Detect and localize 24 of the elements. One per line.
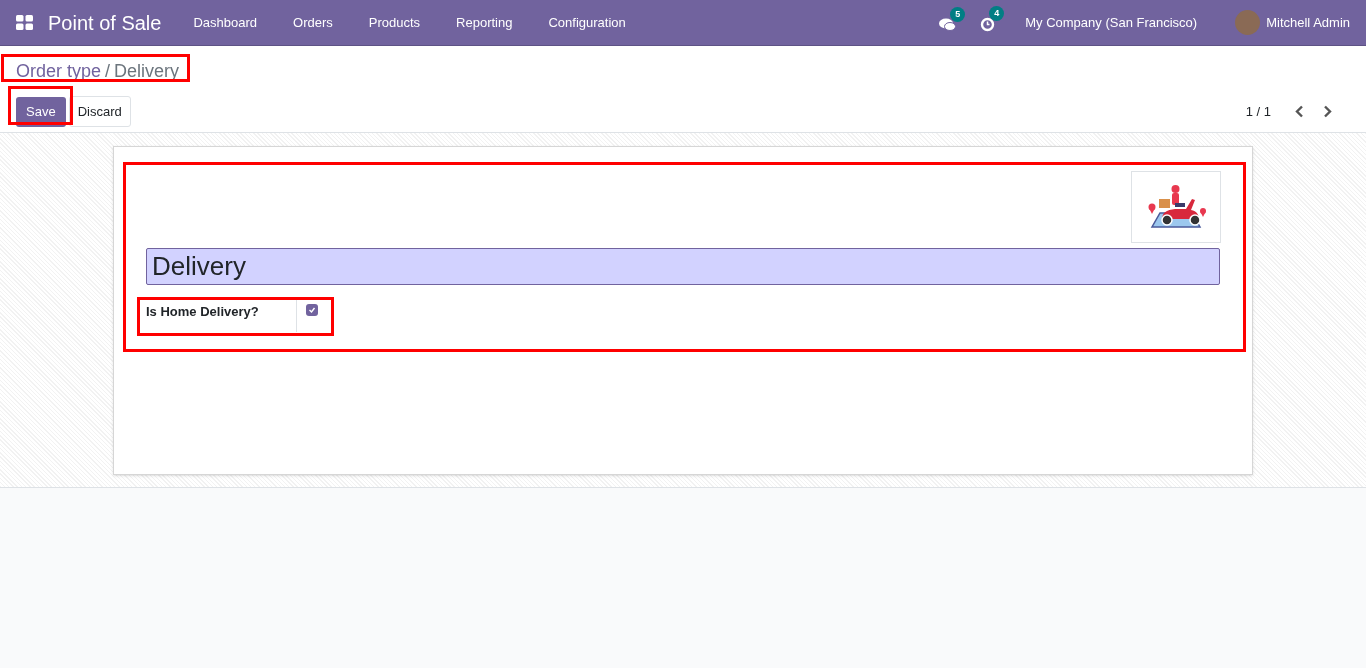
activity-count-badge: 4 [989,6,1005,21]
discard-button[interactable]: Discard [68,96,131,127]
message-count-badge: 5 [950,6,966,22]
annotation-frame [8,86,73,125]
menu-item[interactable]: Reporting [438,12,531,33]
pager-counter: 1 / 1 [1245,102,1271,121]
previous-icon[interactable] [1295,105,1304,118]
breadcrumb-separator: / [105,60,111,83]
checkbox[interactable] [306,304,318,316]
check-icon [308,306,316,314]
apps-menu-icon[interactable] [16,15,33,30]
breadcrumb-current: Delivery [114,60,180,83]
field-label: Is Home Delivery? [146,304,260,319]
company-switcher[interactable]: My Company (San Francisco) [1025,12,1198,33]
next-icon[interactable] [1323,105,1332,118]
menu-item[interactable]: Products [350,12,439,33]
chat-icon[interactable] [939,17,957,32]
clock-icon[interactable] [980,17,996,32]
app-title[interactable]: Point of Sale [48,7,162,38]
menu-item[interactable]: Dashboard [175,12,276,33]
user-menu[interactable]: Mitchell Admin [1266,12,1350,33]
menu-item[interactable]: Configuration [530,12,644,33]
name-input-field[interactable]: Delivery [146,248,1220,285]
menu-item[interactable]: Orders [275,12,351,33]
